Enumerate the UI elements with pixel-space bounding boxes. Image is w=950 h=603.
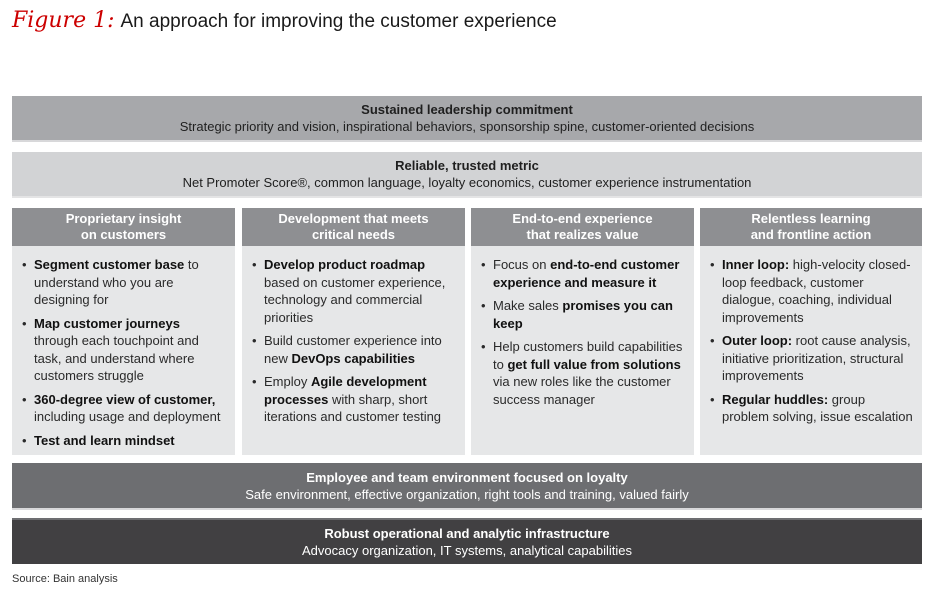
band-heading: Reliable, trusted metric: [395, 158, 539, 173]
column-header-line: Development that meets: [278, 211, 429, 226]
bullet-emphasis: Segment customer base: [34, 257, 185, 272]
column-end-to-end-experience: End-to-end experience that realizes valu…: [471, 208, 694, 455]
band-subtext: Safe environment, effective organization…: [245, 486, 689, 502]
band-infrastructure: Robust operational and analytic infrastr…: [12, 518, 922, 564]
bullet-emphasis: Develop product roadmap: [264, 257, 426, 272]
column-header-line: Relentless learning: [751, 211, 871, 226]
bullet-text: Focus on: [493, 257, 551, 272]
bullet-emphasis: Regular huddles:: [722, 391, 829, 407]
column-list: • Focus on end-to-end customer experience…: [471, 246, 694, 408]
bullet-item: • Focus on end-to-end customer experience…: [481, 256, 686, 291]
column-header: Development that meets critical needs: [242, 208, 465, 246]
band-leadership-commitment: Sustained leadership commitment Strategi…: [12, 96, 922, 142]
bullet-icon: •: [252, 374, 257, 389]
band-trusted-metric: Reliable, trusted metric Net Promoter Sc…: [12, 152, 922, 198]
band-subtext: Net Promoter Score®, common language, lo…: [182, 175, 752, 190]
column-header: Proprietary insight on customers: [12, 208, 235, 246]
column-header: End-to-end experience that realizes valu…: [471, 208, 694, 246]
column-development: Development that meets critical needs • D…: [242, 208, 465, 455]
band-heading: Employee and team environment focused on…: [306, 469, 628, 485]
bullet-item: • Segment customer base to understand who…: [22, 256, 227, 309]
band-subtext: Strategic priority and vision, inspirati…: [179, 119, 755, 134]
bullet-emphasis: DevOps capabilities: [291, 350, 416, 366]
bullet-text: via new roles like the customer success …: [493, 374, 671, 407]
bullet-text: through each touchpoint and task, and un…: [34, 333, 199, 383]
band-heading: Robust operational and analytic infrastr…: [324, 526, 610, 541]
bullet-item: • Make sales promises you can keep: [481, 297, 686, 332]
bullet-icon: •: [481, 298, 486, 313]
bullet-item: • Develop product roadmap based on custom…: [252, 256, 457, 326]
column-header-line: End-to-end experience: [512, 211, 653, 226]
column-list: • Develop product roadmap based on custom…: [242, 246, 465, 426]
bullet-emphasis: Map customer journeys: [34, 315, 180, 331]
column-header: Relentless learning and frontline action: [700, 208, 922, 246]
bullet-item: • Build customer experience into new DevO…: [252, 332, 457, 367]
bullet-emphasis: Outer loop:: [722, 333, 793, 348]
column-list: • Segment customer base to understand who…: [12, 246, 235, 449]
bullet-item: • 360-degree view of customer, including …: [22, 391, 227, 426]
band-employee-environment: Employee and team environment focused on…: [12, 463, 922, 510]
bullet-emphasis: Test and learn mindset: [34, 432, 175, 448]
figure-title: Figure 1: An approach for improving the c…: [12, 8, 557, 33]
bullet-icon: •: [22, 432, 27, 448]
bullet-icon: •: [481, 339, 486, 354]
bullet-icon: •: [22, 257, 27, 272]
bullet-item: • Regular huddles: group problem solving,…: [710, 391, 914, 426]
bullet-emphasis: 360-degree view of customer,: [34, 391, 216, 407]
bullet-item: • Outer loop: root cause analysis, initia…: [710, 332, 914, 385]
bullet-item: • Help customers build capabilities to ge…: [481, 338, 686, 408]
column-header-line: on customers: [80, 227, 167, 242]
figure-label: Figure 1:: [12, 8, 115, 33]
column-header-line: that realizes value: [526, 227, 639, 242]
bullet-item: • Employ Agile development processes with…: [252, 373, 457, 426]
bullet-icon: •: [481, 257, 486, 272]
bullet-icon: •: [22, 315, 27, 331]
column-relentless-learning: Relentless learning and frontline action…: [700, 208, 922, 455]
column-list: • Inner loop: high-velocity closed-loop f…: [700, 246, 922, 426]
bullet-icon: •: [710, 333, 715, 348]
bullet-icon: •: [252, 333, 257, 348]
column-header-line: Proprietary insight: [65, 211, 182, 226]
bullet-emphasis: get full value from solutions: [507, 356, 681, 372]
band-heading: Sustained leadership commitment: [361, 102, 573, 117]
figure-title-text: An approach for improving the customer e…: [120, 11, 557, 32]
bullet-emphasis: Inner loop:: [722, 257, 790, 272]
column-header-line: and frontline action: [750, 227, 872, 242]
bullet-item: • Inner loop: high-velocity closed-loop f…: [710, 256, 914, 326]
bullet-icon: •: [22, 391, 27, 407]
bullet-text: Make sales: [493, 298, 563, 313]
bullet-icon: •: [710, 257, 715, 272]
bullet-icon: •: [252, 257, 257, 272]
bullet-item: • Test and learn mindset: [22, 432, 227, 450]
band-subtext: Advocacy organization, IT systems, analy…: [302, 543, 632, 558]
column-proprietary-insight: Proprietary insight on customers • Segmen…: [12, 208, 235, 455]
bullet-text: Employ: [264, 374, 311, 389]
bullet-text: based on customer experience, technology…: [264, 274, 446, 325]
bullet-text: including usage and deployment: [34, 409, 221, 424]
bullet-icon: •: [710, 391, 715, 407]
bullet-item: • Map customer journeys through each touc…: [22, 315, 227, 385]
column-header-line: critical needs: [311, 227, 396, 242]
source-note: Source: Bain analysis: [12, 573, 118, 585]
